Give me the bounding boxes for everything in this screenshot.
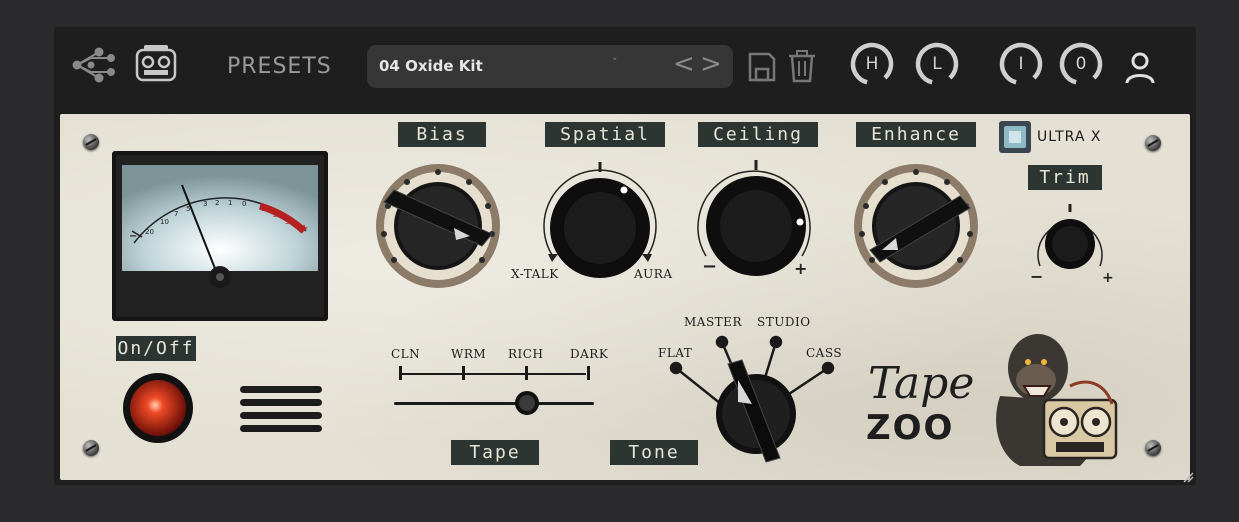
tape-option-cln[interactable]: CLN: [391, 347, 420, 361]
vu-scale-label: 3: [285, 218, 289, 226]
screw-icon: [1145, 135, 1161, 151]
plugin-window: PRESETS 04 Oxide Kit ˅ < > H L I 0 20 10…: [54, 27, 1196, 485]
low-button-label: L: [932, 54, 942, 74]
input-button[interactable]: I: [999, 42, 1043, 86]
vu-meter: 20 10 7 5 3 2 1 0 1 2 3 + −: [112, 151, 328, 321]
tape-option-rich[interactable]: RICH: [508, 347, 543, 361]
vu-scale-label: 2: [273, 211, 277, 219]
tone-option-studio[interactable]: STUDIO: [757, 315, 811, 329]
high-button-label: H: [865, 54, 879, 74]
screw-icon: [83, 134, 99, 150]
high-button[interactable]: H: [850, 42, 894, 86]
spatial-right-label: AURA: [634, 267, 673, 281]
chevron-down-icon[interactable]: ˅: [612, 56, 618, 69]
resize-handle-icon[interactable]: [1182, 471, 1194, 483]
tape-option-wrm[interactable]: WRM: [451, 347, 486, 361]
presets-label: PRESETS: [227, 54, 332, 79]
on-off-label: On/Off: [116, 336, 196, 361]
previous-preset-button[interactable]: <: [673, 49, 695, 79]
svg-text:+: +: [300, 223, 308, 234]
vu-scale-label: 1: [228, 199, 232, 207]
tape-label: Tape: [451, 440, 539, 465]
spatial-left-label: X-TALK: [511, 267, 559, 281]
spatial-label: Spatial: [545, 122, 665, 147]
vu-scale-label: 10: [160, 218, 169, 226]
tape-option-dark[interactable]: DARK: [570, 347, 608, 361]
preset-selector[interactable]: 04 Oxide Kit ˅ < >: [367, 45, 733, 88]
enhance-knob[interactable]: [852, 162, 980, 290]
bias-label: Bias: [398, 122, 486, 147]
ceiling-label: Ceiling: [698, 122, 818, 147]
vu-scale-label: 2: [215, 199, 219, 207]
vu-scale-label: 3: [203, 200, 207, 208]
preset-name[interactable]: 04 Oxide Kit: [379, 57, 483, 75]
tone-label: Tone: [610, 440, 698, 465]
output-button-label: 0: [1075, 54, 1087, 74]
output-button[interactable]: 0: [1059, 42, 1103, 86]
svg-text:+: +: [794, 259, 807, 278]
svg-text:+: +: [1102, 270, 1114, 286]
svg-text:−: −: [129, 231, 137, 242]
bias-knob[interactable]: [374, 162, 502, 290]
tone-option-master[interactable]: MASTER: [684, 315, 742, 329]
main-panel: 20 10 7 5 3 2 1 0 1 2 3 + − On/Off Bias …: [60, 114, 1190, 480]
input-button-label: I: [1018, 54, 1024, 74]
user-icon[interactable]: [1124, 51, 1156, 85]
svg-text:−: −: [702, 256, 717, 277]
vu-scale-label: 0: [242, 200, 246, 208]
next-preset-button[interactable]: >: [700, 49, 722, 79]
low-button[interactable]: L: [915, 42, 959, 86]
trim-label: Trim: [1028, 165, 1102, 190]
ultra-x-toggle[interactable]: [999, 121, 1031, 153]
enhance-label: Enhance: [856, 122, 976, 147]
brand-wordmark: ZOO: [866, 408, 955, 448]
power-button[interactable]: [122, 372, 194, 444]
tape-slider[interactable]: [394, 364, 600, 420]
vu-scale-label: 1: [261, 205, 265, 213]
ultra-x-label: ULTRA X: [1037, 129, 1102, 145]
save-icon[interactable]: [747, 51, 777, 83]
brand-script: Tape: [868, 358, 975, 409]
svg-text:−: −: [1030, 267, 1043, 286]
ceiling-knob[interactable]: − +: [692, 160, 820, 284]
vent-grille: [240, 386, 322, 432]
vu-scale-label: 7: [174, 210, 178, 218]
gorilla-logo-icon: [996, 334, 1118, 466]
top-bar: PRESETS 04 Oxide Kit ˅ < > H L I 0: [54, 27, 1196, 111]
screw-icon: [1145, 440, 1161, 456]
trash-icon[interactable]: [787, 49, 817, 83]
routing-icon[interactable]: [71, 46, 117, 84]
trim-knob[interactable]: − +: [1026, 202, 1116, 288]
vu-scale-label: 20: [145, 228, 154, 236]
screw-icon: [83, 440, 99, 456]
tape-machine-icon[interactable]: [135, 44, 177, 84]
